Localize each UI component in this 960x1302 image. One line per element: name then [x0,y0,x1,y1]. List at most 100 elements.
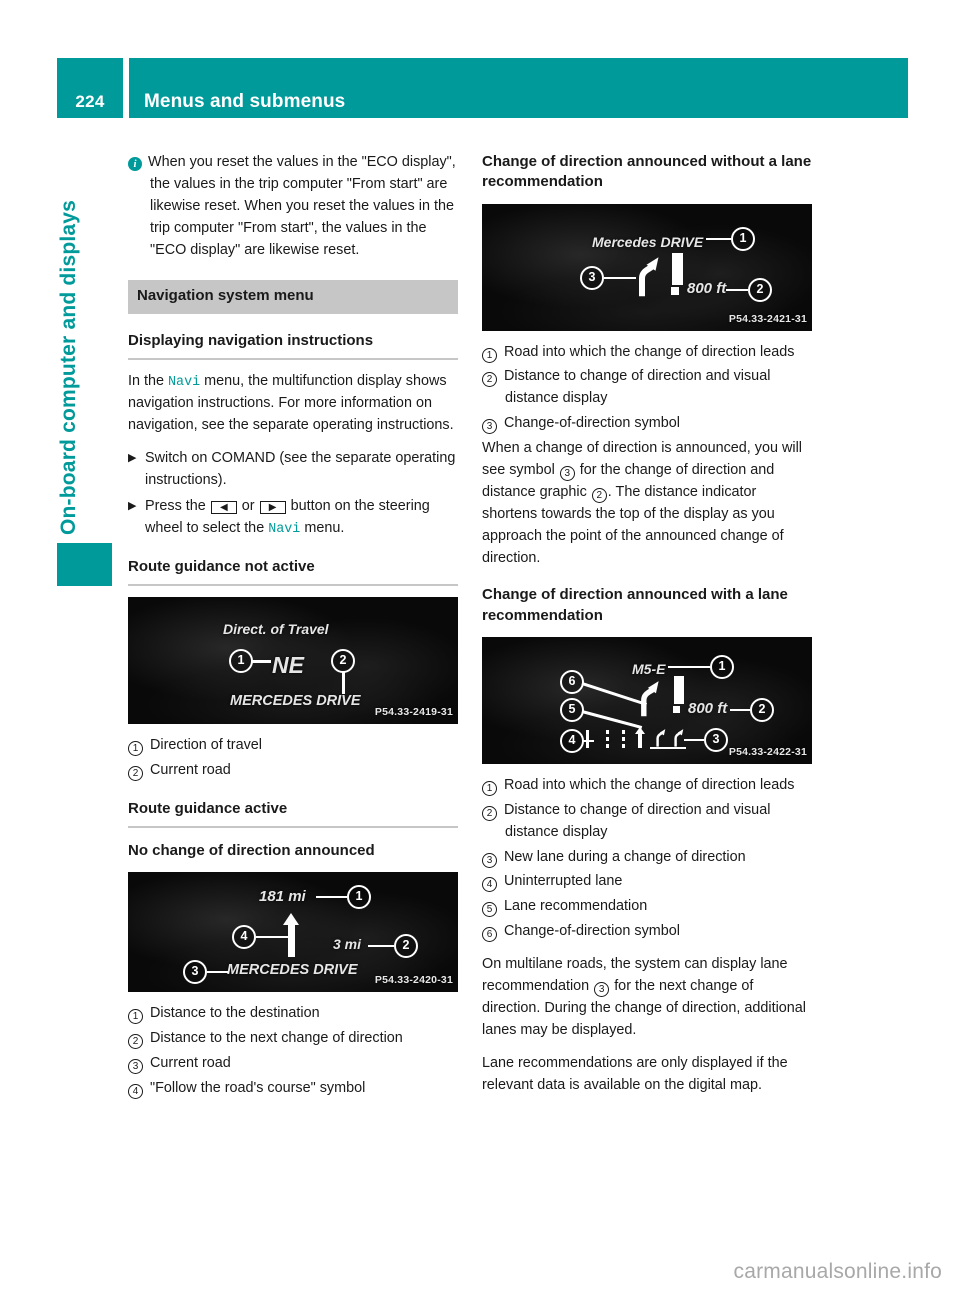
figure-route-guidance-not-active: Direct. of Travel NE MERCEDES DRIVE 1 2 … [128,597,458,725]
legend-item: 2 Distance to change of direction and vis… [482,800,812,844]
figure-change-without-lane: Mercedes DRIVE 800 ft 1 2 3 P54.33-2421-… [482,203,812,331]
callout-number-icon: 1 [482,347,497,363]
leader-line [684,738,704,742]
callout-number-icon: 2 [128,1033,143,1049]
watermark: carmanualsonline.info [733,1260,942,1283]
callout-number-icon: 6 [482,927,497,943]
callout-number-icon: 3 [128,1058,143,1074]
heading-route-guidance-active: Route guidance active [128,798,458,828]
step-press-button: ▶ Press the ◀ or ▶ button on the steering… [128,496,458,540]
callout-number-icon: 3 [559,465,575,481]
chapter-tab-label: On-board computer and displays [57,199,80,535]
paragraph-navi-intro: In the Navi menu, the multifunction disp… [128,371,458,437]
mfd-direction-of-travel-label: Direct. of Travel [223,621,329,638]
navi-code-2: Navi [268,521,301,537]
page-header: 224 Menus and submenus [57,58,908,118]
callout-number-icon: 1 [482,780,497,796]
paragraph-change-announced: When a change of direction is announced,… [482,438,812,569]
legend-text: Road into which the change of direction … [504,776,795,793]
visual-distance-bar-icon [672,252,683,285]
legend-item: 5 Lane recommendation [482,896,812,918]
callout-1: 1 [731,226,755,251]
callout-2: 2 [750,697,774,722]
heading-route-guidance-not-active: Route guidance not active [128,556,458,587]
callout-4: 4 [232,924,256,949]
callout-1: 1 [229,649,253,674]
legend-text: Current road [150,1054,231,1071]
lane-recommendation-arrow-icon [638,732,642,748]
callout-3: 3 [580,265,604,290]
callout-4: 4 [560,728,584,753]
legend-text: "Follow the road's course" symbol [150,1079,366,1096]
legend-item: 3 Change-of-direction symbol [482,413,812,435]
legend-text: Distance to change of direction and visu… [504,801,771,840]
legend-item: 2 Current road [128,760,458,782]
visual-distance-bar-base-icon [671,286,679,295]
leader-line [668,665,710,669]
arrow-left-key-icon[interactable]: ◀ [210,500,237,514]
figure-code: P54.33-2421-31 [728,312,807,325]
page-title: Menus and submenus [129,58,908,118]
new-lane-arrow-icon [674,729,684,747]
change-of-direction-symbol-icon [639,256,659,296]
legend-item: 4 "Follow the road's course" symbol [128,1078,458,1100]
callout-2: 2 [394,933,418,958]
leader-line [256,935,289,939]
leader-line [207,970,229,974]
mfd-distance-destination: 181 mi [259,887,306,905]
legend-text: Change-of-direction symbol [504,415,680,432]
leader-line [582,739,594,743]
leader-line [604,276,636,279]
navi-code-1: Navi [168,375,201,391]
chapter-tab-marker [57,543,112,586]
page-number: 224 [57,58,123,118]
callout-number-icon: 2 [128,765,143,781]
leader-line [730,708,750,712]
info-note: i When you reset the values in the "ECO d… [128,152,458,261]
callout-1: 1 [347,884,371,909]
legend-item: 3 Current road [128,1053,458,1075]
legend-item: 6 Change-of-direction symbol [482,921,812,943]
leader-line [316,895,347,899]
callout-number-icon: 2 [591,487,607,503]
legend-item: 4 Uninterrupted lane [482,871,812,893]
callout-3: 3 [704,727,728,752]
heading-no-change-of-direction: No change of direction announced [128,841,375,859]
mfd-road-label: Mercedes DRIVE [592,233,704,250]
leader-line [726,288,748,291]
visual-distance-bar-base-icon [673,705,680,713]
legend-text: Direction of travel [150,737,262,754]
mfd-heading-value: NE [272,652,304,679]
legend-text: Distance to change of direction and visu… [504,368,771,407]
legend-item: 3 New lane during a change of direction [482,847,812,869]
mfd-distance-label: 800 ft [688,699,728,717]
legend-item: 1 Direction of travel [128,735,458,757]
leader-line [368,944,394,948]
leader-line [252,660,271,663]
heading-change-with-lane-recommendation: Change of direction announced with a lan… [482,586,788,624]
mfd-distance-label: 800 ft [687,279,727,297]
section-bar-navigation-system-menu: Navigation system menu [128,280,458,315]
step-2-post: menu. [304,519,345,536]
callout-number-icon: 5 [482,902,497,918]
legend-text: Change-of-direction symbol [504,923,680,940]
figure-code: P54.33-2422-31 [728,745,807,758]
triangle-bullet-icon: ▶ [128,452,137,465]
intro-pre: In the [128,373,165,390]
arrow-right-key-icon[interactable]: ▶ [259,500,286,514]
mfd-current-road-label: MERCEDES DRIVE [227,961,358,978]
legend-text: Lane recommendation [504,898,648,915]
new-lane-arrow-icon [656,729,666,747]
callout-number-icon: 3 [482,419,497,435]
follow-road-arrow-head-icon [283,912,299,925]
callout-2: 2 [331,649,355,674]
heading-displaying-navigation-instructions: Displaying navigation instructions [128,330,458,361]
change-of-direction-symbol-icon [641,681,659,717]
figure-change-with-lane: M5-E 800 ft 1 2 3 4 5 6 P54.33-2422-31 [482,636,812,764]
info-icon: i [128,157,142,171]
legend-text: Current road [150,761,231,778]
step-2-or: or [241,497,255,514]
legend-item: 2 Distance to the next change of directio… [128,1028,458,1050]
callout-number-icon: 1 [128,741,143,757]
legend-text: Distance to the destination [150,1004,320,1021]
